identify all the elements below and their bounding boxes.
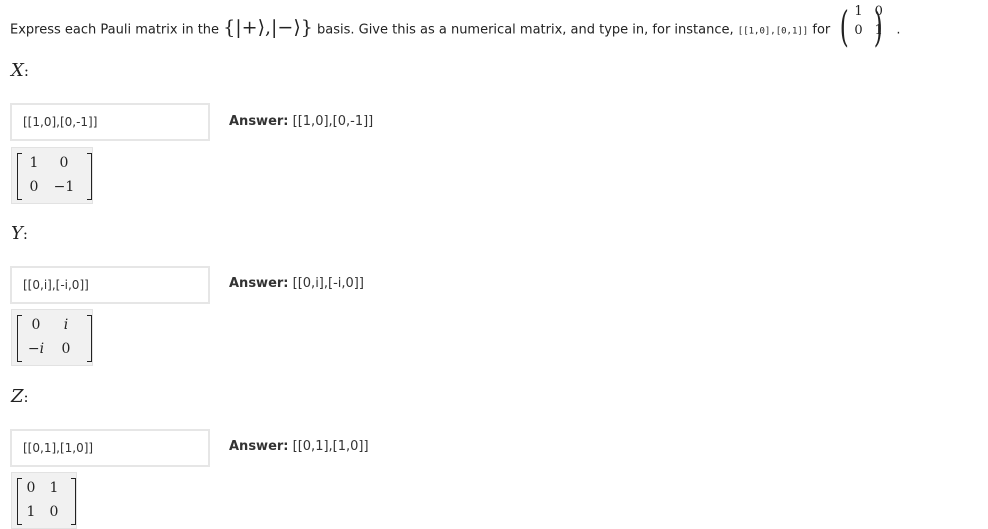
variable-name: Z [11,386,24,407]
answer-label: Answer: [229,114,289,129]
answer-feedback-x: Answer: [[1,0],[0,-1]] [229,114,373,129]
question-label-x: X: [11,60,29,81]
label-colon: : [23,388,29,406]
answer-value: [[0,i],[-i,0]] [292,276,364,291]
example-matrix: (1 0 0 1) [838,2,896,52]
matrix-preview-y: 0 i −i 0 [11,309,93,366]
question-label-y: Y: [11,223,28,244]
answer-input-x[interactable]: [[1,0],[0,-1]] [10,103,210,141]
right-bracket-icon [71,478,76,525]
matrix-cell: 1 [29,155,39,171]
variable-name: Y [11,223,23,244]
answer-feedback-z: Answer: [[0,1],[1,0]] [229,439,369,454]
matrix-cell: 1 [49,480,59,496]
label-colon: : [23,62,29,80]
prompt-text-end: . [896,22,901,38]
prompt-text-for: for [808,22,835,38]
right-bracket-icon [87,153,92,200]
matrix-cell: −1 [53,179,75,195]
matrix-cell: 0 [59,155,69,171]
answer-input-y[interactable]: [[0,i],[-i,0]] [10,266,210,304]
matrix-cell: 0 [31,317,41,333]
example-code: [[1,0],[0,1]] [737,26,809,37]
matrix-preview-x: 1 0 0 −1 [11,147,93,204]
example-matrix-cell: 1 [854,4,863,19]
prompt-text-middle: basis. Give this as a numerical matrix, … [312,22,738,38]
matrix-preview-z: 0 1 1 0 [11,472,77,529]
right-paren-icon: ) [873,2,883,51]
answer-input-z[interactable]: [[0,1],[1,0]] [10,429,210,467]
answer-label: Answer: [229,276,289,291]
answer-feedback-y: Answer: [[0,i],[-i,0]] [229,276,364,291]
problem-prompt: Express each Pauli matrix in the {|+⟩,|−… [10,2,985,52]
answer-label: Answer: [229,439,289,454]
variable-name: X [11,60,24,81]
right-bracket-icon [87,315,92,362]
answer-value: [[0,1],[1,0]] [292,439,369,454]
example-matrix-cell: 0 [854,23,863,38]
question-label-z: Z: [11,386,29,407]
answer-value: [[1,0],[0,-1]] [292,114,374,129]
basis-math: {|+⟩,|−⟩} [223,16,313,39]
matrix-cell: 0 [49,504,59,520]
matrix-cell: i [63,317,69,333]
matrix-cell: −i [27,341,45,357]
matrix-cell: 0 [61,341,71,357]
prompt-text-start: Express each Pauli matrix in the [10,22,224,38]
label-colon: : [22,225,28,243]
matrix-cell: 0 [29,179,39,195]
